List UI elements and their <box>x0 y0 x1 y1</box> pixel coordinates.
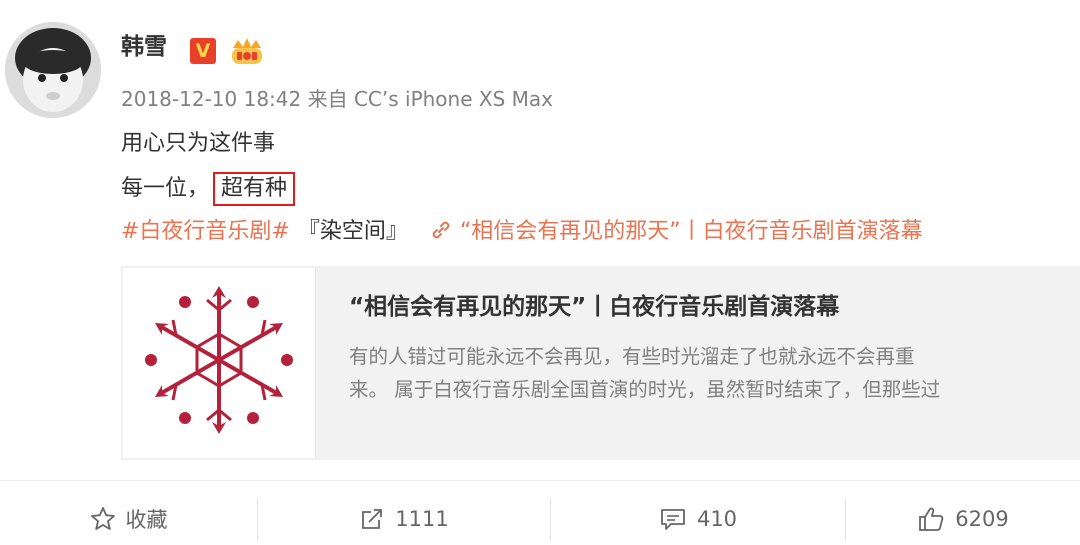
favorite-button[interactable]: 收藏 <box>0 494 257 544</box>
avatar[interactable] <box>5 22 101 118</box>
crown-badge-icon <box>232 38 262 64</box>
article-card-description-line-1: 有的人错过可能永远不会再见，有些时光溜走了也就永远不会再重 <box>349 345 915 368</box>
username[interactable]: 韩雪 <box>121 31 167 63</box>
verified-icon: V <box>190 38 216 64</box>
comment-icon <box>661 509 685 530</box>
article-link[interactable]: “相信会有再见的那天”丨白夜行音乐剧首演落幕 <box>460 219 923 244</box>
article-card-description-line-2: 来。 属于白夜行音乐剧全国首演的时光，虽然暂时结束了，但那些过 <box>349 378 941 401</box>
article-card-description: 有的人错过可能永远不会再见，有些时光溜走了也就永远不会再重 来。 属于白夜行音乐… <box>349 340 1069 406</box>
post-meta: 2018-12-10 18:42 来自 CC’s iPhone XS Max <box>121 84 553 114</box>
favorite-label: 收藏 <box>125 508 168 532</box>
repost-icon <box>362 509 383 529</box>
article-thumbnail <box>123 268 316 458</box>
article-card[interactable]: “相信会有再见的那天”丨白夜行音乐剧首演落幕 有的人错过可能永远不会再见，有些时… <box>121 266 1080 460</box>
post-tags-line: #白夜行音乐剧# 『染空间』 “相信会有再见的那天”丨白夜行音乐剧首演落幕 <box>121 216 923 248</box>
article-card-title[interactable]: “相信会有再见的那天”丨白夜行音乐剧首演落幕 <box>349 290 839 324</box>
comment-count: 410 <box>696 507 738 531</box>
highlighted-text: 超有种 <box>213 172 296 206</box>
hashtag-link[interactable]: #白夜行音乐剧# <box>121 219 290 244</box>
star-icon <box>90 507 115 530</box>
post-text-line-2: 每一位， 超有种 <box>121 172 296 206</box>
post-text-prefix: 每一位， <box>121 176 210 201</box>
repost-count: 1111 <box>395 507 449 531</box>
comment-button[interactable]: 410 <box>551 494 845 544</box>
timestamp[interactable]: 2018-12-10 18:42 <box>121 87 301 111</box>
thumbs-up-icon <box>919 507 944 531</box>
action-bar: 收藏 1111 410 6209 <box>0 494 1080 544</box>
like-count: 6209 <box>955 507 1009 531</box>
like-button[interactable]: 6209 <box>846 494 1080 544</box>
post-text-line-1: 用心只为这件事 <box>121 131 276 156</box>
snowflake-icon <box>145 286 293 434</box>
repost-button[interactable]: 1111 <box>258 494 550 544</box>
bracket-text: 『染空间』 <box>297 219 408 244</box>
action-bar-divider <box>0 480 1080 481</box>
post-source: 来自 CC’s iPhone XS Max <box>307 87 553 111</box>
link-icon <box>432 221 450 239</box>
